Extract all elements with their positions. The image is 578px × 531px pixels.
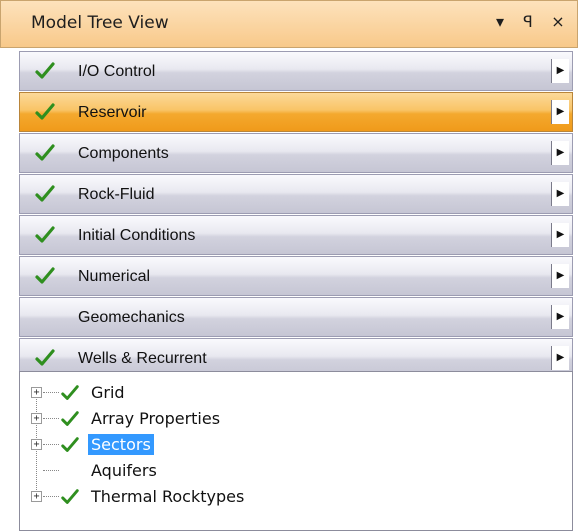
triangle-right-icon[interactable]: ▶ xyxy=(551,182,569,206)
plus-icon[interactable]: + xyxy=(31,439,42,450)
triangle-right-icon[interactable]: ▶ xyxy=(551,305,569,329)
pin-icon[interactable]: ꟼ xyxy=(517,11,539,33)
section-i-o-control[interactable]: I/O Control ▶ xyxy=(19,51,573,91)
check-icon xyxy=(34,265,56,287)
check-icon xyxy=(34,60,56,82)
section-label: I/O Control xyxy=(78,63,156,80)
triangle-right-icon[interactable]: ▶ xyxy=(551,346,569,370)
check-icon xyxy=(34,183,56,205)
check-icon xyxy=(60,487,80,507)
tree-connector xyxy=(43,470,59,471)
tree-connector xyxy=(43,418,59,419)
section-numerical[interactable]: Numerical ▶ xyxy=(19,256,573,296)
triangle-right-icon[interactable]: ▶ xyxy=(551,100,569,124)
section-list: I/O Control ▶ Reservoir ▶ Components ▶ Rock-Fl… xyxy=(19,51,573,379)
tree-item-label[interactable]: Thermal Rocktypes xyxy=(88,486,247,507)
tree-item-label[interactable]: Aquifers xyxy=(88,460,160,481)
tree-item-thermal-rocktypes[interactable]: + Thermal Rocktypes xyxy=(20,484,572,510)
plus-icon[interactable]: + xyxy=(31,413,42,424)
plus-icon[interactable]: + xyxy=(31,387,42,398)
check-icon xyxy=(34,347,56,369)
section-label: Wells & Recurrent xyxy=(78,350,207,367)
dropdown-icon[interactable]: ▾ xyxy=(489,11,511,33)
panel-title: Model Tree View xyxy=(31,13,169,33)
tree-item-sectors[interactable]: + Sectors xyxy=(20,432,572,458)
check-icon xyxy=(34,224,56,246)
section-label: Components xyxy=(78,145,169,162)
tree-connector xyxy=(43,496,59,497)
section-initial-conditions[interactable]: Initial Conditions ▶ xyxy=(19,215,573,255)
section-label: Initial Conditions xyxy=(78,227,196,244)
plus-icon[interactable]: + xyxy=(31,491,42,502)
check-icon xyxy=(60,409,80,429)
check-icon xyxy=(60,435,80,455)
triangle-right-icon[interactable]: ▶ xyxy=(551,223,569,247)
section-label: Reservoir xyxy=(78,104,147,121)
tree-item-label[interactable]: Array Properties xyxy=(88,408,223,429)
section-geomechanics[interactable]: Geomechanics ▶ xyxy=(19,297,573,337)
section-label: Numerical xyxy=(78,268,151,285)
section-label: Geomechanics xyxy=(78,309,185,326)
section-label: Rock-Fluid xyxy=(78,186,155,203)
check-icon xyxy=(60,383,80,403)
section-reservoir[interactable]: Reservoir ▶ xyxy=(19,92,573,132)
tree-connector xyxy=(43,392,59,393)
tree-item-array-properties[interactable]: + Array Properties xyxy=(20,406,572,432)
tree-item-aquifers[interactable]: Aquifers xyxy=(20,458,572,484)
triangle-right-icon[interactable]: ▶ xyxy=(551,141,569,165)
tree-item-grid[interactable]: + Grid xyxy=(20,380,572,406)
section-rock-fluid[interactable]: Rock-Fluid ▶ xyxy=(19,174,573,214)
triangle-right-icon[interactable]: ▶ xyxy=(551,264,569,288)
check-icon xyxy=(34,101,56,123)
section-components[interactable]: Components ▶ xyxy=(19,133,573,173)
panel-titlebar: Model Tree View ▾ ꟼ × xyxy=(0,0,578,48)
close-icon[interactable]: × xyxy=(547,11,569,33)
check-icon xyxy=(34,142,56,164)
tree-item-label[interactable]: Sectors xyxy=(88,434,154,455)
tree-connector xyxy=(43,444,59,445)
model-tree-panel: Model Tree View ▾ ꟼ × I/O Control ▶ Reserv… xyxy=(0,0,578,531)
model-tree: + Grid + Array Properties + Sectors Aquifers + T… xyxy=(19,371,573,531)
tree-item-label[interactable]: Grid xyxy=(88,382,128,403)
triangle-right-icon[interactable]: ▶ xyxy=(551,59,569,83)
